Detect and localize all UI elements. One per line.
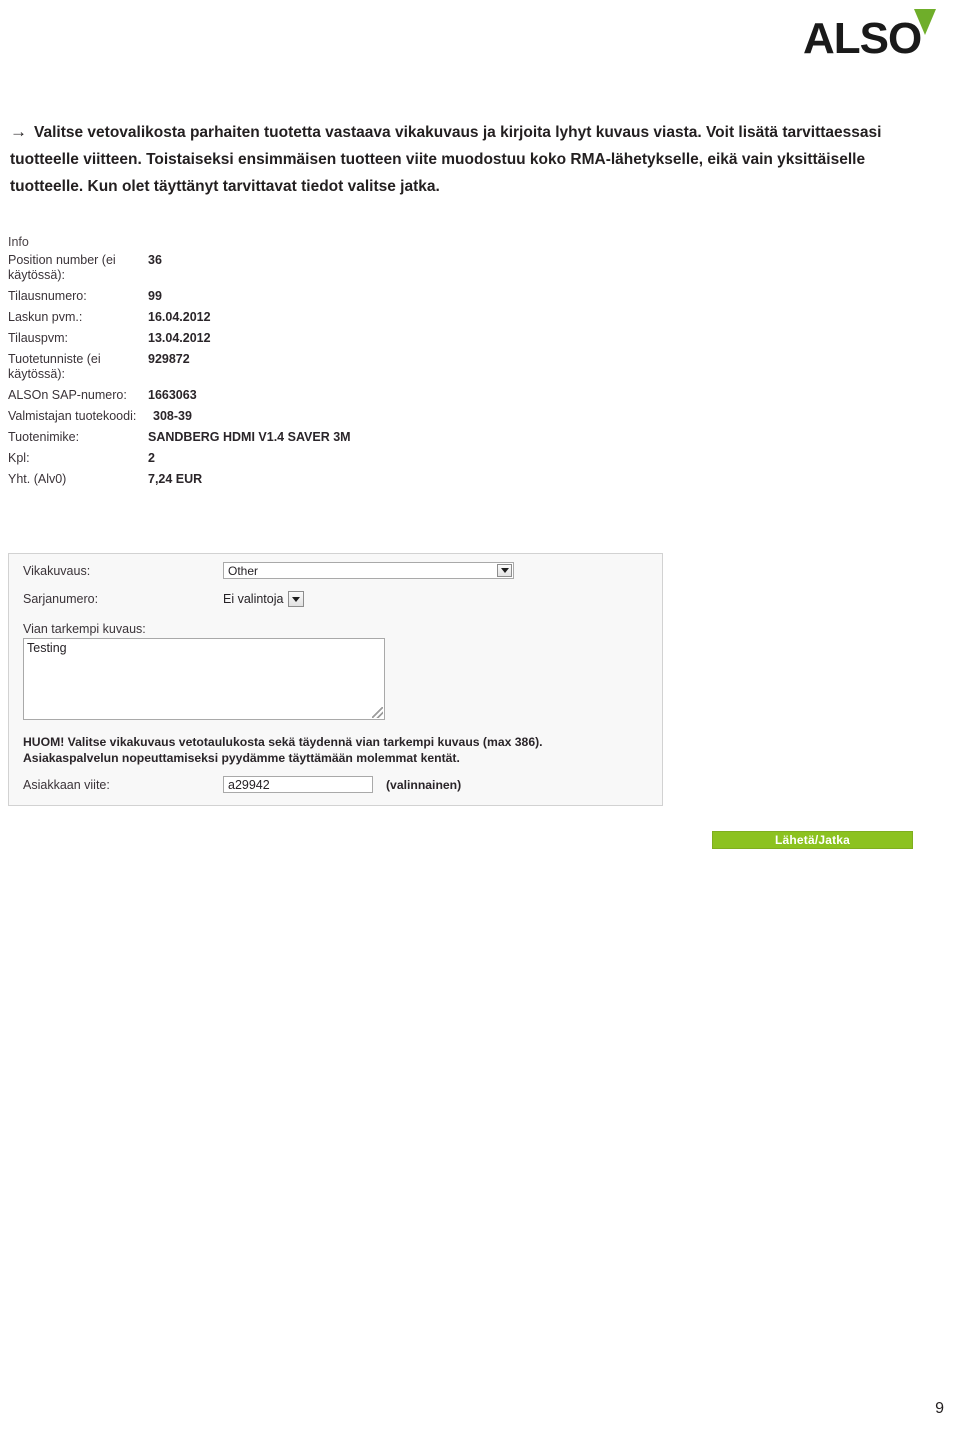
serial-number-row: Sarjanumero: Ei valintoja [23, 590, 643, 608]
chevron-down-icon[interactable] [288, 591, 305, 607]
table-row: Tuotenimike: SANDBERG HDMI V1.4 SAVER 3M [8, 430, 468, 445]
serial-number-label: Sarjanumero: [23, 592, 99, 606]
info-label: Tuotenimike: [8, 430, 80, 444]
info-value: 1663063 [148, 388, 197, 402]
fault-description-selected-value: Other [228, 563, 259, 578]
info-label: Kpl: [8, 451, 30, 465]
customer-reference-input[interactable]: a29942 [223, 776, 373, 793]
info-label: ALSOn SAP-numero: [8, 388, 127, 402]
page-number: 9 [935, 1400, 944, 1417]
chevron-down-icon[interactable] [497, 564, 512, 577]
table-row: Yht. (Alv0) 7,24 EUR [8, 472, 468, 487]
table-row: Laskun pvm.: 16.04.2012 [8, 310, 468, 325]
info-value: 99 [148, 289, 162, 303]
logo-triangle-icon [914, 9, 936, 35]
detailed-description-label: Vian tarkempi kuvaus: [23, 622, 146, 636]
info-value: 13.04.2012 [148, 331, 211, 345]
also-logo: ALSO [793, 4, 952, 67]
form-note-line2: Asiakaspalvelun nopeuttamiseksi pyydämme… [23, 751, 460, 765]
info-label: Valmistajan tuotekoodi: [8, 409, 137, 423]
customer-reference-value: a29942 [228, 777, 270, 792]
info-value: 929872 [148, 352, 190, 366]
table-row: Position number (ei käytössä): 36 [8, 253, 468, 283]
logo-wordmark: ALSO [803, 14, 922, 63]
form-note: HUOM! Valitse vikakuvaus vetotaulukosta … [23, 734, 623, 766]
form-note-line1: HUOM! Valitse vikakuvaus vetotaulukosta … [23, 735, 543, 749]
info-block: Info Position number (ei käytössä): 36 T… [8, 234, 468, 493]
info-value: SANDBERG HDMI V1.4 SAVER 3M [148, 430, 351, 444]
instruction-text: Valitse vetovalikosta parhaiten tuotetta… [10, 124, 882, 195]
customer-reference-label: Asiakkaan viite: [23, 777, 110, 792]
detailed-description-textarea[interactable]: Testing [23, 638, 385, 720]
info-label: Yht. (Alv0) [8, 472, 67, 486]
table-row: ALSOn SAP-numero: 1663063 [8, 388, 468, 403]
info-value: 36 [148, 253, 162, 267]
table-row: Valmistajan tuotekoodi: 308-39 [8, 409, 468, 424]
customer-reference-hint: (valinnainen) [386, 777, 462, 792]
table-row: Tilausnumero: 99 [8, 289, 468, 304]
fault-description-select[interactable]: Other [223, 562, 514, 579]
table-row: Kpl: 2 [8, 451, 468, 466]
info-label: Tuotetunniste (ei käytössä): [8, 352, 101, 381]
info-value: 7,24 EUR [148, 472, 203, 486]
serial-number-select[interactable]: Ei valintoja [223, 590, 305, 608]
info-value: 2 [148, 451, 155, 465]
info-value: 308-39 [153, 409, 192, 423]
fault-description-row: Vikakuvaus: Other [23, 562, 643, 579]
resize-handle-icon[interactable] [372, 707, 383, 718]
info-label: Tilausnumero: [8, 289, 87, 303]
instruction-paragraph: → Valitse vetovalikosta parhaiten tuotett… [10, 118, 890, 200]
info-label: Laskun pvm.: [8, 310, 83, 324]
fault-description-label: Vikakuvaus: [23, 563, 91, 578]
table-row: Tilauspvm: 13.04.2012 [8, 331, 468, 346]
customer-reference-row: Asiakkaan viite: a29942 (valinnainen) [23, 776, 623, 793]
info-label: Tilauspvm: [8, 331, 68, 345]
rma-form-panel: Vikakuvaus: Other Sarjanumero: Ei valint… [8, 553, 663, 806]
arrow-right-icon: → [10, 122, 27, 141]
table-row: Tuotetunniste (ei käytössä): 929872 [8, 352, 468, 382]
info-value: 16.04.2012 [148, 310, 211, 324]
serial-number-selected-value: Ei valintoja [223, 592, 284, 606]
detailed-description-value: Testing [27, 641, 67, 655]
info-title: Info [8, 235, 29, 249]
info-label: Position number (ei käytössä): [8, 253, 116, 282]
submit-continue-button[interactable]: Lähetä/Jatka [712, 831, 913, 849]
